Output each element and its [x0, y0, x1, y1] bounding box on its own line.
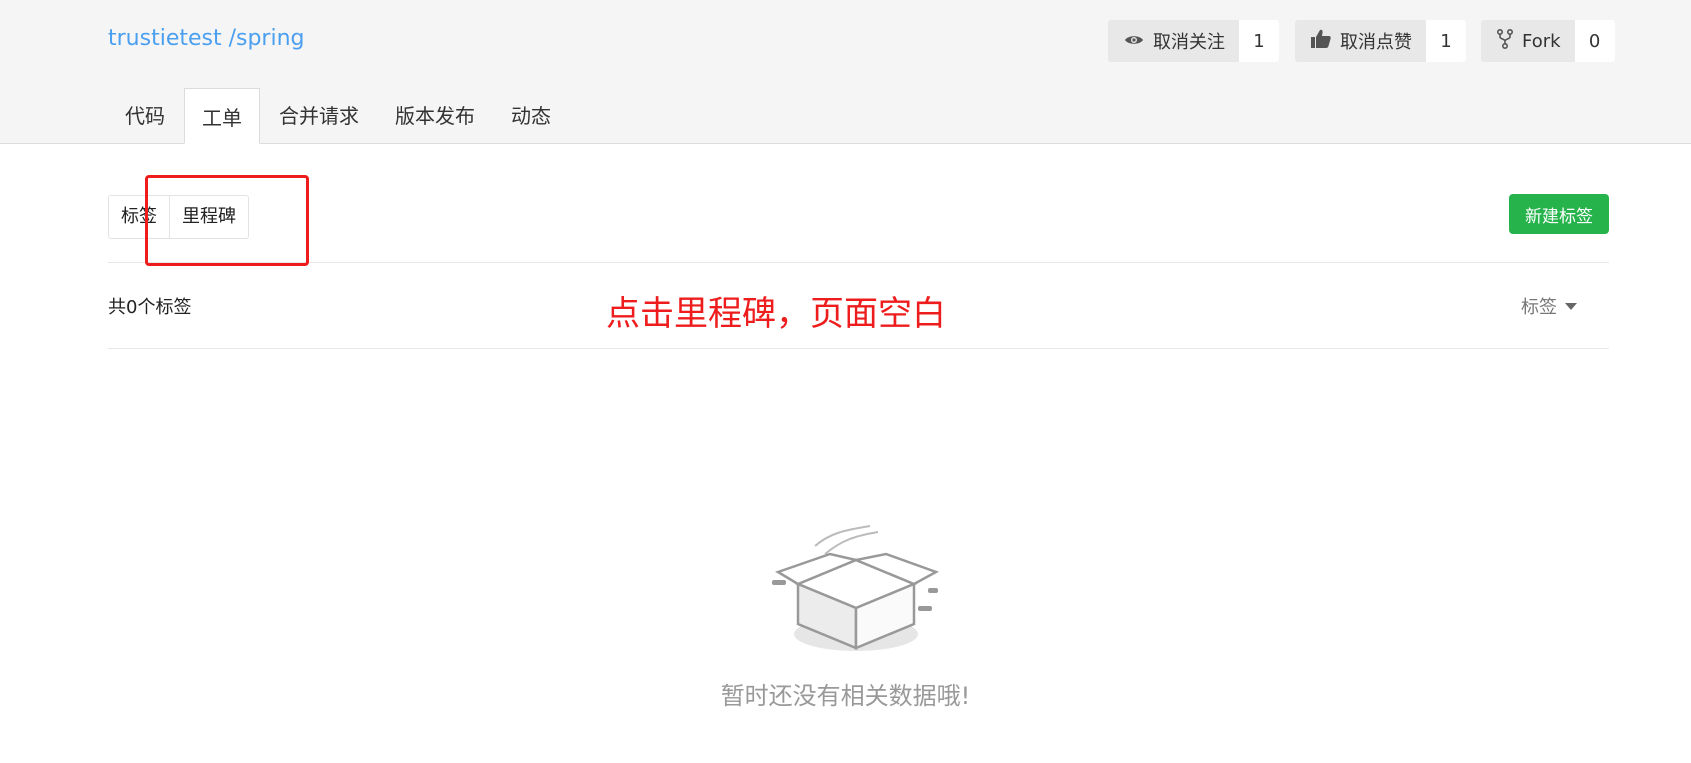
tab-pull-requests[interactable]: 合并请求 — [262, 88, 376, 144]
divider-bottom — [108, 348, 1609, 349]
label-filter-label: 标签 — [1521, 297, 1557, 318]
annotation-highlight-box — [145, 175, 309, 266]
eye-icon — [1124, 31, 1144, 52]
empty-state-message: 暂时还没有相关数据哦! — [720, 682, 971, 710]
like-count[interactable]: 1 — [1426, 20, 1466, 62]
watch-count[interactable]: 1 — [1239, 20, 1279, 62]
unlike-button[interactable]: 取消点赞 — [1295, 20, 1426, 62]
repo-tabs: 代码 工单 合并请求 版本发布 动态 — [108, 88, 570, 144]
repo-title-link[interactable]: trustietest /spring — [108, 26, 305, 51]
caret-down-icon — [1565, 302, 1577, 310]
empty-box-icon — [770, 518, 940, 662]
annotation-note: 点击里程碑，页面空白 — [606, 294, 946, 334]
fork-count[interactable]: 0 — [1574, 20, 1615, 62]
divider-top — [108, 262, 1609, 263]
watch-stat: 取消关注 1 — [1108, 20, 1279, 62]
tab-code[interactable]: 代码 — [108, 88, 182, 144]
unwatch-button[interactable]: 取消关注 — [1108, 20, 1239, 62]
new-label-button[interactable]: 新建标签 — [1509, 194, 1609, 234]
fork-button[interactable]: Fork — [1481, 20, 1575, 62]
tab-releases[interactable]: 版本发布 — [378, 88, 492, 144]
tab-issues[interactable]: 工单 — [184, 88, 260, 144]
label-filter-dropdown[interactable]: 标签 — [1521, 293, 1577, 319]
unlike-label: 取消点赞 — [1340, 32, 1412, 53]
fork-icon — [1496, 28, 1514, 54]
fork-stat: Fork 0 — [1481, 20, 1615, 62]
fork-label: Fork — [1522, 30, 1561, 52]
unwatch-label: 取消关注 — [1153, 32, 1225, 53]
thumbs-up-icon — [1311, 29, 1331, 53]
like-stat: 取消点赞 1 — [1295, 20, 1466, 62]
tab-activity[interactable]: 动态 — [494, 88, 568, 144]
repo-header: trustietest /spring 取消关注 1 取消点赞 1 Fork 0… — [0, 0, 1691, 144]
total-count: 共0个标签 — [108, 297, 192, 318]
